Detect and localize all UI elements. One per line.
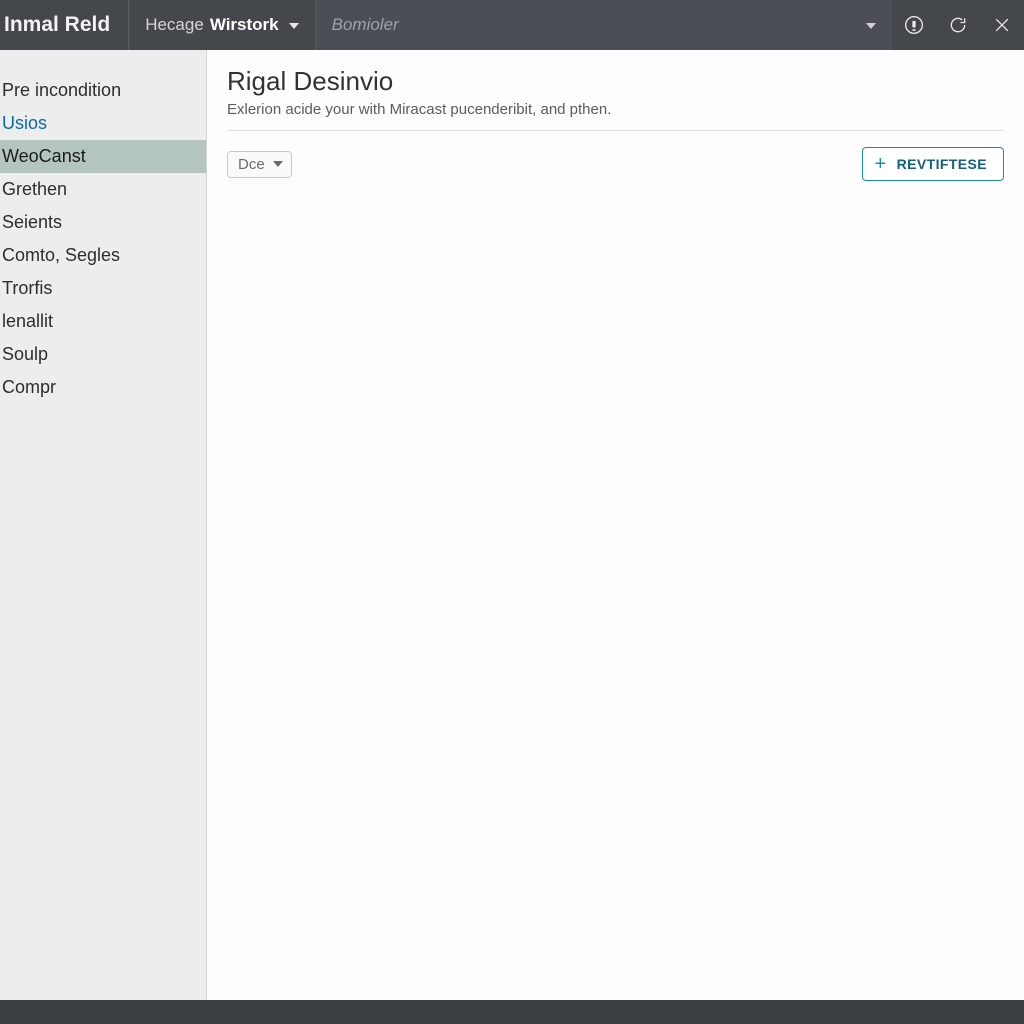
sidebar-item-seients[interactable]: Seients	[0, 206, 206, 239]
breadcrumb-current: Wirstork	[210, 15, 279, 35]
sidebar-item-trorfis[interactable]: Trorfis	[0, 272, 206, 305]
chevron-down-icon	[269, 158, 283, 170]
close-icon[interactable]	[980, 0, 1024, 50]
notifications-icon[interactable]	[892, 0, 936, 50]
refresh-icon[interactable]	[936, 0, 980, 50]
search-box[interactable]	[316, 0, 892, 50]
chevron-down-icon	[285, 15, 299, 35]
breadcrumb[interactable]: Hecage Wirstork	[129, 0, 315, 50]
breadcrumb-prefix: Hecage	[145, 15, 204, 35]
body: Pre incondition Usios WeoCanst Grethen S…	[0, 50, 1024, 1000]
page-title: Rigal Desinvio	[227, 66, 1004, 97]
sidebar-item-grethen[interactable]: Grethen	[0, 173, 206, 206]
main-content: Rigal Desinvio Exlerion acide your with …	[207, 50, 1024, 1000]
sidebar-item-pre-incondition[interactable]: Pre incondition	[0, 74, 206, 107]
search-input[interactable]	[332, 15, 854, 35]
sidebar-item-weocanst[interactable]: WeoCanst	[0, 140, 206, 173]
filter-label: Dce	[238, 156, 265, 173]
app-title: Inmal Reld	[0, 0, 129, 50]
topbar-actions	[892, 0, 1024, 50]
plus-icon: +	[875, 154, 887, 174]
sidebar: Pre incondition Usios WeoCanst Grethen S…	[0, 50, 207, 1000]
sidebar-item-soulp[interactable]: Soulp	[0, 338, 206, 371]
filter-dropdown[interactable]: Dce	[227, 151, 292, 178]
chevron-down-icon[interactable]	[862, 17, 876, 33]
toolbar: Dce + REVTIFTESE	[227, 147, 1004, 181]
top-bar: Inmal Reld Hecage Wirstork	[0, 0, 1024, 50]
sidebar-item-compr[interactable]: Compr	[0, 371, 206, 404]
sidebar-item-lenallit[interactable]: lenallit	[0, 305, 206, 338]
primary-action-label: REVTIFTESE	[897, 156, 987, 172]
page-subtitle: Exlerion acide your with Miracast pucend…	[227, 101, 1004, 118]
primary-action-button[interactable]: + REVTIFTESE	[862, 147, 1004, 181]
bottom-bar	[0, 1000, 1024, 1024]
divider	[227, 130, 1004, 131]
sidebar-item-comto-segles[interactable]: Comto, Segles	[0, 239, 206, 272]
sidebar-item-usios[interactable]: Usios	[0, 107, 206, 140]
